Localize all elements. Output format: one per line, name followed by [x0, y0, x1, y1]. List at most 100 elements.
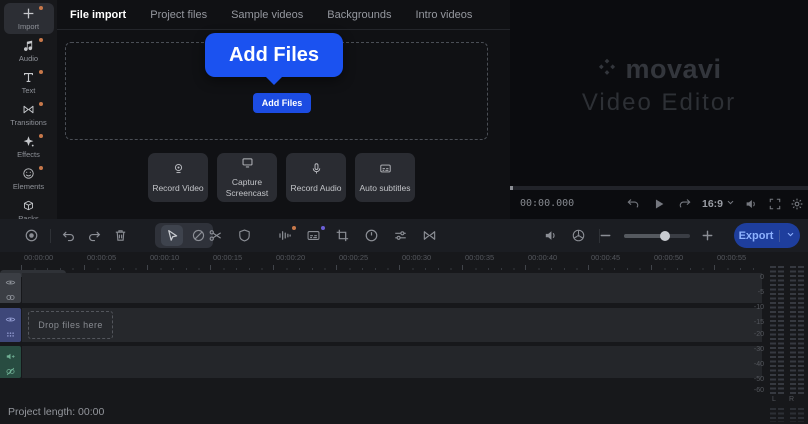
chevron-down-icon [726, 198, 735, 210]
meter-led-strip [798, 408, 804, 422]
overlay-track-lane[interactable] [22, 273, 762, 303]
video-track-lane[interactable]: Drop files here [22, 308, 762, 342]
scissors-button[interactable] [208, 228, 224, 244]
narration-button[interactable] [277, 228, 293, 244]
tab-sample-videos[interactable]: Sample videos [231, 9, 303, 21]
import-tabs: File import Project files Sample videos Bac… [57, 0, 510, 30]
trash-icon [113, 228, 128, 243]
ruler-timestamp: 00:00:30 [399, 253, 462, 262]
toolbar-separator [50, 229, 51, 243]
cursor-button[interactable] [161, 225, 183, 246]
audio-track-header[interactable] [0, 346, 21, 378]
meter-db-label: -30 [750, 346, 764, 353]
toolbar: Export [0, 219, 808, 252]
sidebar-item-import[interactable]: Import [4, 3, 54, 34]
redo-button[interactable] [87, 228, 103, 244]
timeline-ruler[interactable]: 00:00:0000:00:0500:00:1000:00:1500:00:20… [21, 252, 762, 270]
record-audio-button[interactable]: Record Audio [286, 153, 346, 202]
audio-track[interactable] [0, 346, 762, 378]
record-video-button[interactable]: Record Video [148, 153, 208, 202]
microphone-icon [310, 162, 323, 180]
redo-icon [87, 228, 102, 243]
zoom-in-button[interactable] [700, 228, 716, 244]
monitor-icon [241, 156, 254, 174]
slider-handle[interactable] [660, 231, 670, 241]
tab-project-files[interactable]: Project files [150, 9, 207, 21]
notification-dot [321, 226, 325, 230]
undo-icon [61, 228, 76, 243]
record-button-label: Auto subtitles [359, 183, 410, 194]
add-files-button-label: Add Files [262, 98, 303, 108]
aspect-ratio-value: 16:9 [702, 198, 723, 210]
zoom-out-button[interactable] [598, 228, 614, 244]
audio-track-lane[interactable] [22, 346, 762, 378]
sidebar-item-effects[interactable]: Effects [4, 131, 54, 162]
export-divider [779, 230, 780, 242]
sparkle-icon [4, 135, 54, 148]
ruler-timestamp: 00:00:20 [273, 253, 336, 262]
film-icon [5, 327, 16, 338]
jump-back-button[interactable] [626, 197, 642, 213]
magnet-button[interactable] [191, 228, 207, 244]
tab-backgrounds[interactable]: Backgrounds [327, 9, 391, 21]
sidebar-item-text[interactable]: Text [4, 67, 54, 98]
unlink-icon [5, 364, 16, 375]
record-button-label: Record Video [152, 183, 203, 194]
ruler-mark: 00:00:45 [588, 252, 651, 270]
color-wheel-icon [571, 228, 586, 243]
sidebar-item-elements[interactable]: Elements [4, 163, 54, 194]
overlay-track[interactable] [0, 273, 762, 303]
record-buttons-row: Record Video Capture ScreencastRecord Aud… [148, 153, 415, 202]
trash-button[interactable] [113, 228, 129, 244]
movavi-diamond-icon [596, 56, 618, 83]
ruler-mark: 00:00:30 [399, 252, 462, 270]
sidebar-item-audio[interactable]: Audio [4, 35, 54, 66]
track-drop-zone[interactable]: Drop files here [28, 311, 113, 339]
aspect-ratio-select[interactable]: 16:9 [702, 198, 735, 210]
tab-file-import[interactable]: File import [70, 9, 126, 21]
meter-db-label: -40 [750, 361, 764, 368]
toolbar-audio-tools-group [543, 219, 600, 252]
tab-intro-videos[interactable]: Intro videos [415, 9, 472, 21]
crop-icon [335, 228, 350, 243]
toolbar-select-group [155, 223, 213, 248]
preview-settings-button[interactable] [790, 197, 806, 213]
record-button[interactable] [24, 228, 40, 244]
play-button[interactable] [652, 197, 668, 213]
toolbar-edit-group [208, 219, 253, 252]
auto-subtitles-button[interactable]: Auto subtitles [355, 153, 415, 202]
shield-button[interactable] [237, 228, 253, 244]
undo-button[interactable] [61, 228, 77, 244]
transition-button[interactable] [422, 228, 438, 244]
ruler-mark: 00:00:35 [462, 252, 525, 270]
shield-icon [237, 228, 252, 243]
ruler-mark: 00:00:10 [147, 252, 210, 270]
ruler-mark: 00:00:40 [525, 252, 588, 270]
clip-speed-button[interactable] [364, 228, 380, 244]
subtitles-button[interactable] [306, 228, 322, 244]
webcam-icon [172, 162, 185, 180]
fullscreen-button[interactable] [768, 197, 784, 213]
sidebar-item-label: Audio [4, 54, 54, 63]
cursor-icon [165, 228, 180, 243]
meter-db-label: -10 [750, 304, 764, 311]
capture-screencast-button[interactable]: Capture Screencast [217, 153, 277, 202]
filters-button[interactable] [393, 228, 409, 244]
video-track-header[interactable] [0, 308, 21, 342]
color-wheel-button[interactable] [571, 228, 587, 244]
export-button-label: Export [739, 230, 774, 242]
top-section: Import Audio TextTransitionsEffectsElement… [0, 0, 808, 219]
add-files-button[interactable]: Add Files [253, 93, 311, 113]
overlay-track-header[interactable] [0, 273, 21, 303]
movavi-video-editor-window: Import Audio TextTransitionsEffectsElement… [0, 0, 808, 424]
export-button[interactable]: Export [734, 223, 800, 248]
video-track[interactable]: Drop files here [0, 308, 762, 342]
volume-button[interactable] [744, 197, 760, 213]
sidebar-item-transitions[interactable]: Transitions [4, 99, 54, 130]
timeline-zoom-slider[interactable] [624, 234, 690, 238]
audio-levels-button[interactable] [543, 228, 559, 244]
slider-fill [624, 234, 665, 238]
jump-forward-button[interactable] [678, 197, 694, 213]
chevron-down-icon[interactable] [786, 230, 795, 242]
crop-button[interactable] [335, 228, 351, 244]
